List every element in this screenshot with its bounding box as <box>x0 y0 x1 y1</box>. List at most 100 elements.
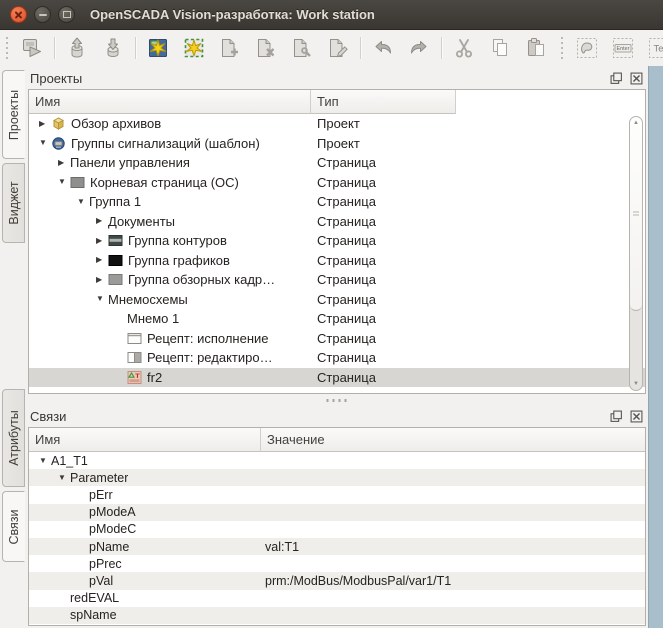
project-tree-row[interactable]: ▼Группы сигнализаций (шаблон)Проект <box>29 134 645 154</box>
edit-page-button[interactable] <box>323 34 353 62</box>
link-tree-row[interactable]: spName <box>29 607 645 624</box>
link-tree-row[interactable]: redEVAL <box>29 590 645 607</box>
page-black-icon <box>108 254 124 267</box>
type-cell: Страница <box>317 192 376 212</box>
column-header-value[interactable]: Значение <box>261 428 645 452</box>
minimize-icon <box>39 14 47 16</box>
projects-tree: Имя Тип ▶Обзор архивовПроект▼Группы сигн… <box>28 89 646 394</box>
window-close-button[interactable] <box>10 6 27 23</box>
collapse-arrow-icon[interactable]: ▼ <box>56 474 70 482</box>
name-cell: Рецепт: редактиро… <box>29 350 273 365</box>
column-header-type[interactable]: Тип <box>311 90 456 114</box>
link-tree-row[interactable]: pModeA <box>29 504 645 521</box>
item-label: pModeC <box>89 522 136 536</box>
cut-button[interactable] <box>449 34 479 62</box>
expand-arrow-icon[interactable]: ▶ <box>94 217 108 225</box>
project-tree-row[interactable]: ▶Группа обзорных кадр…Страница <box>29 270 645 290</box>
project-tree-row[interactable]: ▶Панели управленияСтраница <box>29 153 645 173</box>
load-from-db-button[interactable] <box>62 34 92 62</box>
expand-arrow-icon[interactable]: ▶ <box>37 120 51 128</box>
redo-icon <box>407 36 431 60</box>
expand-arrow-icon[interactable]: ▶ <box>94 256 108 264</box>
type-cell: Страница <box>317 368 376 388</box>
project-tree-row[interactable]: ▼Группа 1 Страница <box>29 192 645 212</box>
scroll-up-icon[interactable]: ▲ <box>630 120 642 126</box>
globe-icon <box>51 137 67 150</box>
item-label: pErr <box>89 488 113 502</box>
project-tree-row[interactable]: Рецепт: редактиро… Страница <box>29 348 645 368</box>
float-panel-button[interactable] <box>610 410 623 423</box>
link-tree-row[interactable]: ▼A1_T1 <box>29 452 645 469</box>
expand-arrow-icon[interactable]: ▶ <box>94 237 108 245</box>
collapse-arrow-icon[interactable]: ▼ <box>37 457 51 465</box>
scroll-down-icon[interactable]: ▼ <box>630 381 642 387</box>
toolbar-handle[interactable] <box>4 37 9 59</box>
project-tree-row[interactable]: ▶Группа контуровСтраница <box>29 231 645 251</box>
type-cell: Страница <box>317 212 376 232</box>
copy-button[interactable] <box>485 34 515 62</box>
close-panel-button[interactable] <box>630 410 643 423</box>
new-widget-library-button[interactable] <box>179 34 209 62</box>
project-tree-row[interactable]: Мнемо 1Страница <box>29 309 645 329</box>
project-tree-row[interactable]: Рецепт: исполнениеСтраница <box>29 329 645 349</box>
vertical-scrollbar[interactable]: ▲ ▼ <box>629 116 643 391</box>
expand-arrow-icon[interactable]: ▶ <box>94 276 108 284</box>
link-tree-row[interactable]: pPrec <box>29 555 645 572</box>
sidebar-tab-attributes[interactable]: Атрибуты <box>2 389 25 487</box>
delete-page-button[interactable] <box>251 34 281 62</box>
name-cell: ▶Обзор архивов <box>29 116 161 131</box>
name-cell: ▼A1_T1 <box>29 454 88 468</box>
project-tree-row[interactable]: ▶ДокументыСтраница <box>29 212 645 232</box>
item-label: Корневая страница (ОС) <box>90 175 239 190</box>
project-tree-row[interactable]: ▼Корневая страница (ОС)Страница <box>29 173 645 193</box>
collapse-arrow-icon[interactable]: ▼ <box>37 139 51 147</box>
item-label: Панели управления <box>70 155 190 170</box>
sidebar-tab-widget[interactable]: Виджет <box>2 163 25 243</box>
frame-half-icon <box>127 351 143 364</box>
expand-arrow-icon[interactable]: ▶ <box>56 159 70 167</box>
add-page-button[interactable] <box>215 34 245 62</box>
collapse-arrow-icon[interactable]: ▼ <box>75 198 89 206</box>
link-tree-row[interactable]: ▼Parameter <box>29 469 645 486</box>
panel-splitter[interactable] <box>26 396 648 404</box>
collapse-arrow-icon[interactable]: ▼ <box>56 178 70 186</box>
float-panel-button[interactable] <box>610 72 623 85</box>
run-development-button[interactable] <box>17 34 47 62</box>
project-tree-row[interactable]: ▶Обзор архивовПроект <box>29 114 645 134</box>
page-properties-button[interactable] <box>287 34 317 62</box>
new-project-button[interactable] <box>143 34 173 62</box>
link-tree-row[interactable]: pErr <box>29 486 645 503</box>
close-icon <box>14 10 23 19</box>
collapse-arrow-icon[interactable]: ▼ <box>94 295 108 303</box>
window-minimize-button[interactable] <box>34 6 51 23</box>
close-panel-button[interactable] <box>630 72 643 85</box>
project-tree-row[interactable]: Tfr2Страница <box>29 368 645 388</box>
sidebar-tab-projects[interactable]: Проекты <box>2 70 25 159</box>
link-tree-row[interactable]: pValprm:/ModBus/ModbusPal/var1/T1 <box>29 572 645 589</box>
window-title: OpenSCADA Vision-разработка: Work statio… <box>90 7 375 22</box>
redo-button[interactable] <box>404 34 434 62</box>
tab-label: Атрибуты <box>7 410 21 466</box>
form-element-button[interactable]: Enter <box>608 34 638 62</box>
project-tree-row[interactable]: ▼МнемосхемыСтраница <box>29 290 645 310</box>
column-header-name[interactable]: Имя <box>29 90 311 114</box>
column-header-name[interactable]: Имя <box>29 428 261 452</box>
item-label: spName <box>70 608 117 622</box>
paste-button[interactable] <box>521 34 551 62</box>
save-to-db-button[interactable] <box>98 34 128 62</box>
window-maximize-button[interactable] <box>58 6 75 23</box>
project-tree-row[interactable]: ▶Группа графиковСтраница <box>29 251 645 271</box>
app-window: OpenSCADA Vision-разработка: Work statio… <box>0 0 663 628</box>
figure-element-button[interactable] <box>572 34 602 62</box>
undo-button[interactable] <box>368 34 398 62</box>
sidebar-tab-links[interactable]: Связи <box>2 491 25 562</box>
link-tree-row[interactable]: pNameval:T1 <box>29 538 645 555</box>
enter-icon: Enter <box>611 36 635 60</box>
item-label: Группа 1 <box>89 194 141 209</box>
scrollbar-thumb[interactable] <box>630 117 642 311</box>
link-tree-row[interactable]: pModeC <box>29 521 645 538</box>
text-element-button[interactable]: Te <box>644 34 663 62</box>
toolbar-handle[interactable] <box>559 37 564 59</box>
name-cell: ▶Группа графиков <box>29 253 230 268</box>
type-cell: Страница <box>317 348 376 368</box>
